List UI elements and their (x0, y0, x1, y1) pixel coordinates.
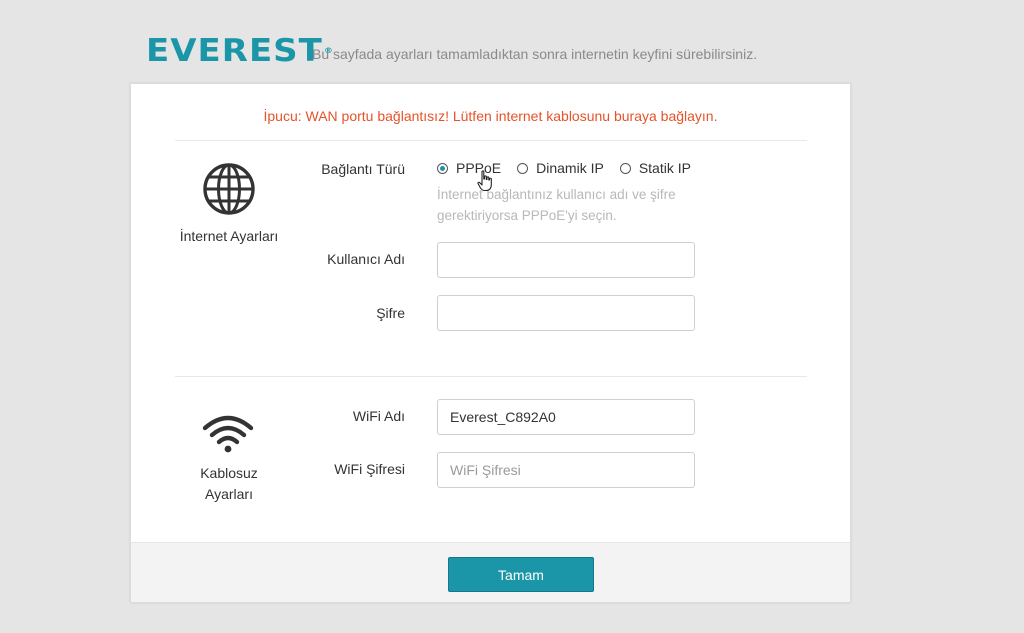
wifi-password-input[interactable] (437, 452, 695, 488)
username-input[interactable] (437, 242, 695, 278)
internet-settings-title: İnternet Ayarları (179, 228, 279, 244)
everest-logo: EVEREST® (146, 35, 334, 66)
radio-static-ip[interactable]: Statik IP (619, 160, 691, 176)
header: EVEREST® (146, 28, 334, 68)
hand-pointer-icon (477, 170, 495, 197)
panel-footer: Tamam (131, 542, 850, 602)
wifi-name-input[interactable] (437, 399, 695, 435)
wifi-password-label: WiFi Şifresi (334, 461, 405, 477)
top-divider (175, 140, 807, 141)
wan-tip-message: İpucu: WAN portu bağlantısız! Lütfen int… (263, 108, 718, 124)
username-label: Kullanıcı Adı (327, 251, 405, 267)
password-label: Şifre (376, 305, 405, 321)
page-tagline: Bu sayfada ayarları tamamladıktan sonra … (312, 46, 758, 62)
radio-dynamic-ip[interactable]: Dinamik IP (517, 160, 604, 176)
radio-static-ip-label: Statik IP (638, 160, 691, 176)
setup-panel: İpucu: WAN portu bağlantısız! Lütfen int… (130, 83, 851, 603)
radio-dynamic-ip-dot[interactable] (517, 162, 529, 174)
logo-text: EVEREST (146, 32, 323, 70)
password-input[interactable] (437, 295, 695, 331)
connection-type-label: Bağlantı Türü (321, 161, 405, 177)
radio-dynamic-ip-label: Dinamik IP (536, 160, 604, 176)
radio-static-ip-dot[interactable] (619, 162, 631, 174)
middle-divider (175, 376, 807, 377)
radio-pppoe-dot[interactable] (437, 162, 448, 174)
ok-button[interactable]: Tamam (448, 557, 594, 592)
wifi-name-label: WiFi Adı (352, 408, 405, 424)
